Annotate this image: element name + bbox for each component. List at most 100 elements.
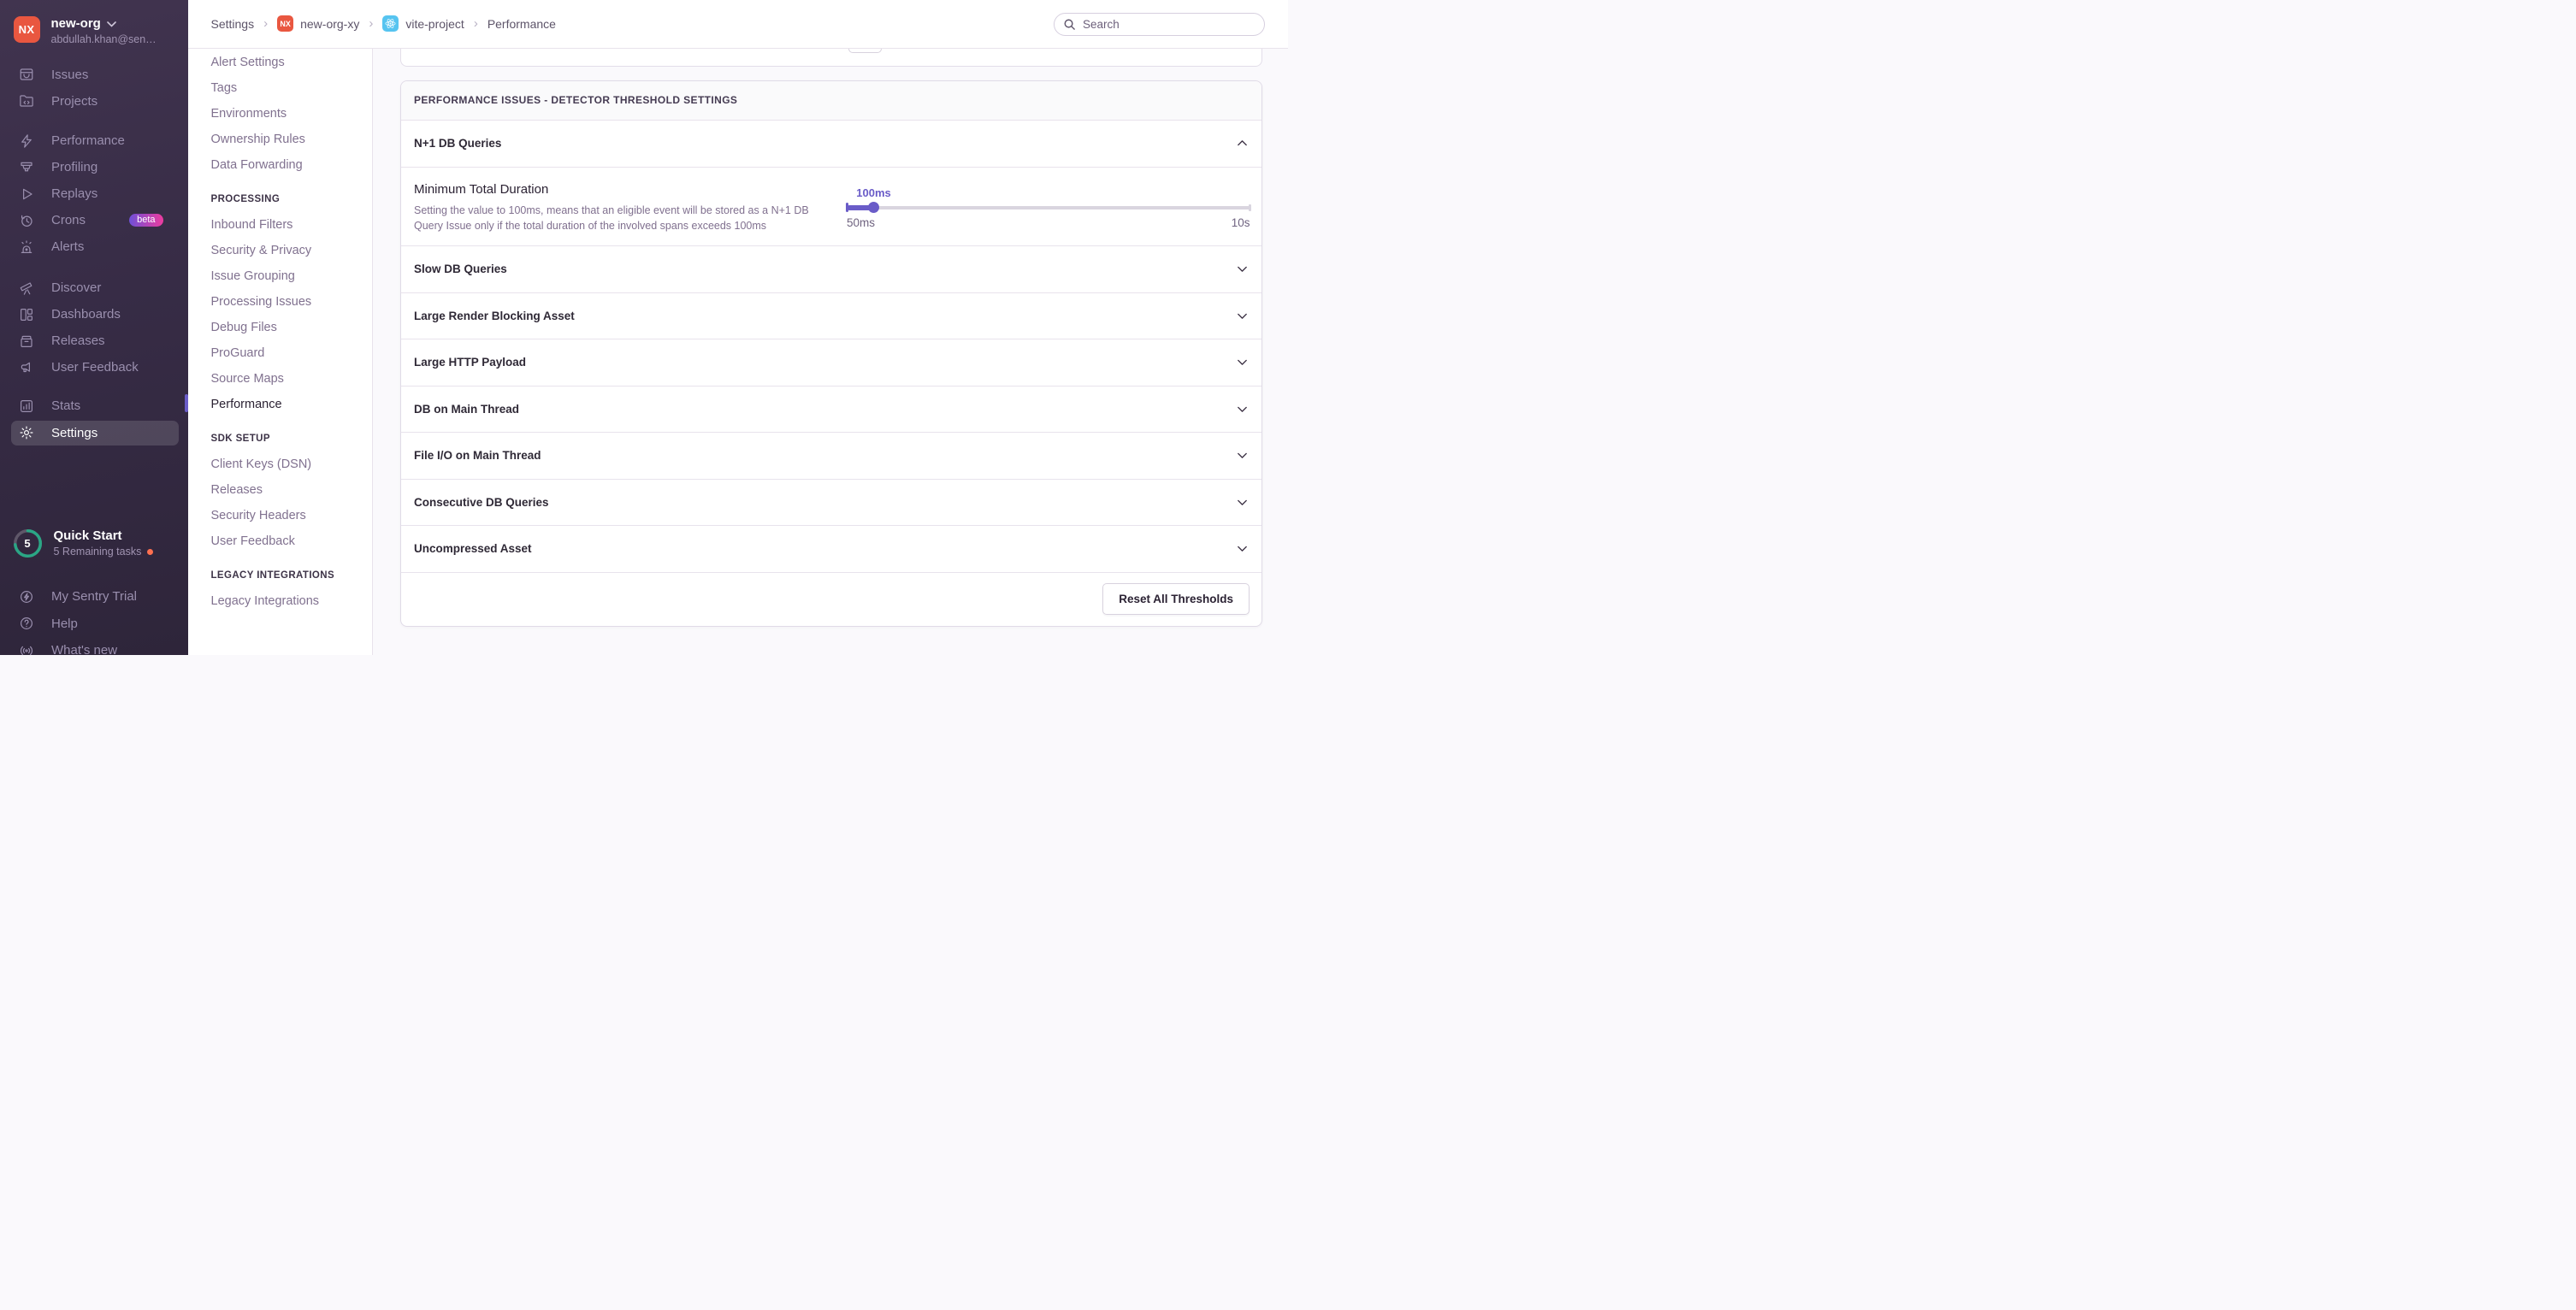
settings-nav-item-inbound-filters[interactable]: Inbound Filters (188, 212, 372, 238)
sidebar-item-what-s-new[interactable]: What's new (0, 637, 188, 664)
settings-nav-header-legacy-integrations: LEGACY INTEGRATIONS (188, 563, 372, 588)
topbar: Settings›NXnew-org-xy›vite-project›Perfo… (188, 0, 1288, 49)
profiling-icon (19, 160, 34, 175)
settings-nav-item-issue-grouping[interactable]: Issue Grouping (188, 263, 372, 289)
quick-start-count: 5 (14, 529, 42, 558)
settings-nav-item-ownership-rules[interactable]: Ownership Rules (188, 127, 372, 152)
beta-badge: beta (129, 214, 162, 227)
org-avatar: NX (14, 16, 40, 43)
sidebar-item-projects[interactable]: Projects (0, 88, 188, 115)
breadcrumb-separator: › (369, 16, 373, 31)
chevron-down-icon (1236, 542, 1249, 555)
sidebar-item-alerts[interactable]: Alerts (0, 233, 188, 260)
row-db-on-main-thread[interactable]: DB on Main Thread (401, 387, 1262, 434)
sidebar-group-3: Discover Dashboards ReleasesUser Feedback (0, 274, 188, 381)
sidebar-item-label: Profiling (51, 160, 97, 174)
sidebar-item-label: Crons (51, 213, 86, 227)
slider-track[interactable] (847, 206, 1250, 209)
chevron-down-icon (1236, 263, 1249, 275)
settings-nav-item-user-feedback[interactable]: User Feedback (188, 528, 372, 554)
row-large-http-payload[interactable]: Large HTTP Payload (401, 339, 1262, 387)
sidebar-item-discover[interactable]: Discover (0, 274, 188, 301)
row-file-i-o-on-main-thread[interactable]: File I/O on Main Thread (401, 433, 1262, 480)
projects-icon (19, 93, 34, 109)
row-title: Slow DB Queries (414, 263, 507, 275)
breadcrumb-settings[interactable]: Settings (211, 17, 255, 31)
breadcrumb-vite-project[interactable]: vite-project (382, 15, 464, 32)
sidebar-item-issues[interactable]: Issues (0, 62, 188, 88)
settings-nav-header-sdk-setup: SDK SETUP (188, 426, 372, 451)
row-consecutive-db-queries[interactable]: Consecutive DB Queries (401, 480, 1262, 527)
sidebar-item-help[interactable]: Help (0, 611, 188, 638)
settings-nav-item-source-maps[interactable]: Source Maps (188, 366, 372, 392)
row-slow-db-queries[interactable]: Slow DB Queries (401, 246, 1262, 293)
settings-nav-item-data-forwarding[interactable]: Data Forwarding (188, 152, 372, 178)
sidebar-item-dashboards[interactable]: Dashboards (0, 301, 188, 328)
sidebar-item-label: Issues (51, 68, 88, 82)
row-title: Consecutive DB Queries (414, 496, 549, 509)
panel-header: PERFORMANCE ISSUES - DETECTOR THRESHOLD … (401, 81, 1262, 121)
settings-nav: Alert SettingsTagsEnvironmentsOwnership … (188, 49, 373, 656)
row-uncompressed-asset[interactable]: Uncompressed Asset (401, 526, 1262, 573)
settings-nav-item-legacy-integrations[interactable]: Legacy Integrations (188, 588, 372, 614)
setting-label: Minimum Total Duration (414, 182, 548, 197)
quick-start-progress-ring: 5 (14, 529, 42, 558)
quick-start-subtitle: 5 Remaining tasks (54, 546, 142, 558)
row-n-plus-one-db-queries[interactable]: N+1 DB Queries (401, 121, 1262, 168)
settings-nav-header-processing: PROCESSING (188, 186, 372, 212)
org-switcher[interactable]: NX new-org abdullah.khan@sen… (0, 0, 188, 45)
settings-nav-item-environments[interactable]: Environments (188, 101, 372, 127)
sidebar-item-label: Help (51, 617, 78, 631)
settings-nav-item-releases[interactable]: Releases (188, 477, 372, 503)
settings-nav-item-performance[interactable]: Performance (188, 392, 372, 417)
sidebar-item-performance[interactable]: Performance (0, 127, 188, 154)
settings-nav-item-security-headers[interactable]: Security Headers (188, 503, 372, 528)
sidebar-item-crons[interactable]: Crons beta (0, 207, 188, 233)
org-badge-icon: NX (277, 15, 293, 32)
breadcrumb-new-org-xy[interactable]: NXnew-org-xy (277, 15, 359, 32)
settings-nav-item-proguard[interactable]: ProGuard (188, 340, 372, 366)
org-email: abdullah.khan@sen… (51, 33, 157, 45)
sidebar-item-profiling[interactable]: Profiling (0, 154, 188, 180)
sidebar: NX new-org abdullah.khan@sen… Issues Proj… (0, 0, 188, 655)
row-large-render-blocking-asset[interactable]: Large Render Blocking Asset (401, 293, 1262, 340)
whats-new-icon (19, 643, 34, 658)
react-project-icon (382, 15, 399, 32)
settings-nav-item-processing-issues[interactable]: Processing Issues (188, 289, 372, 315)
sidebar-item-label: Dashboards (51, 307, 121, 322)
settings-nav-item-security-privacy[interactable]: Security & Privacy (188, 238, 372, 263)
sidebar-item-settings[interactable]: Settings (11, 421, 180, 446)
settings-icon (19, 425, 34, 440)
sidebar-item-stats[interactable]: Stats (0, 392, 188, 419)
sidebar-item-label: My Sentry Trial (51, 589, 137, 604)
duration-slider[interactable]: 100ms 50ms 10s (847, 168, 1250, 245)
notification-dot (147, 549, 153, 555)
sidebar-item-label: Projects (51, 94, 97, 109)
search-input[interactable] (1083, 18, 1256, 31)
sidebar-item-user-feedback[interactable]: User Feedback (0, 354, 188, 381)
sidebar-item-my-sentry-trial[interactable]: My Sentry Trial (0, 583, 188, 611)
chevron-down-icon (1236, 356, 1249, 369)
sidebar-item-releases[interactable]: Releases (0, 328, 188, 354)
settings-nav-item-tags[interactable]: Tags (188, 75, 372, 101)
quick-start[interactable]: 5 Quick Start 5 Remaining tasks (14, 528, 154, 558)
slider-min-label: 50ms (847, 216, 875, 229)
row-title: DB on Main Thread (414, 403, 519, 416)
slider-start-cap (846, 203, 848, 212)
dashboards-icon (19, 307, 34, 322)
org-name: new-org (51, 16, 101, 31)
search-box[interactable] (1054, 13, 1265, 36)
breadcrumb-separator: › (263, 16, 268, 31)
releases-icon (19, 333, 34, 349)
settings-nav-item-alert-settings[interactable]: Alert Settings (188, 50, 372, 75)
breadcrumb-performance[interactable]: Performance (487, 17, 556, 31)
settings-nav-item-debug-files[interactable]: Debug Files (188, 315, 372, 340)
search-icon (1063, 18, 1076, 31)
slider-handle[interactable] (868, 202, 880, 214)
row-title: Large HTTP Payload (414, 356, 526, 369)
help-icon (19, 616, 34, 631)
main-content: PERFORMANCE ISSUES - DETECTOR THRESHOLD … (373, 49, 1288, 656)
settings-nav-item-client-keys-dsn[interactable]: Client Keys (DSN) (188, 451, 372, 477)
reset-all-thresholds-button[interactable]: Reset All Thresholds (1102, 583, 1250, 616)
sidebar-item-replays[interactable]: Replays (0, 180, 188, 207)
